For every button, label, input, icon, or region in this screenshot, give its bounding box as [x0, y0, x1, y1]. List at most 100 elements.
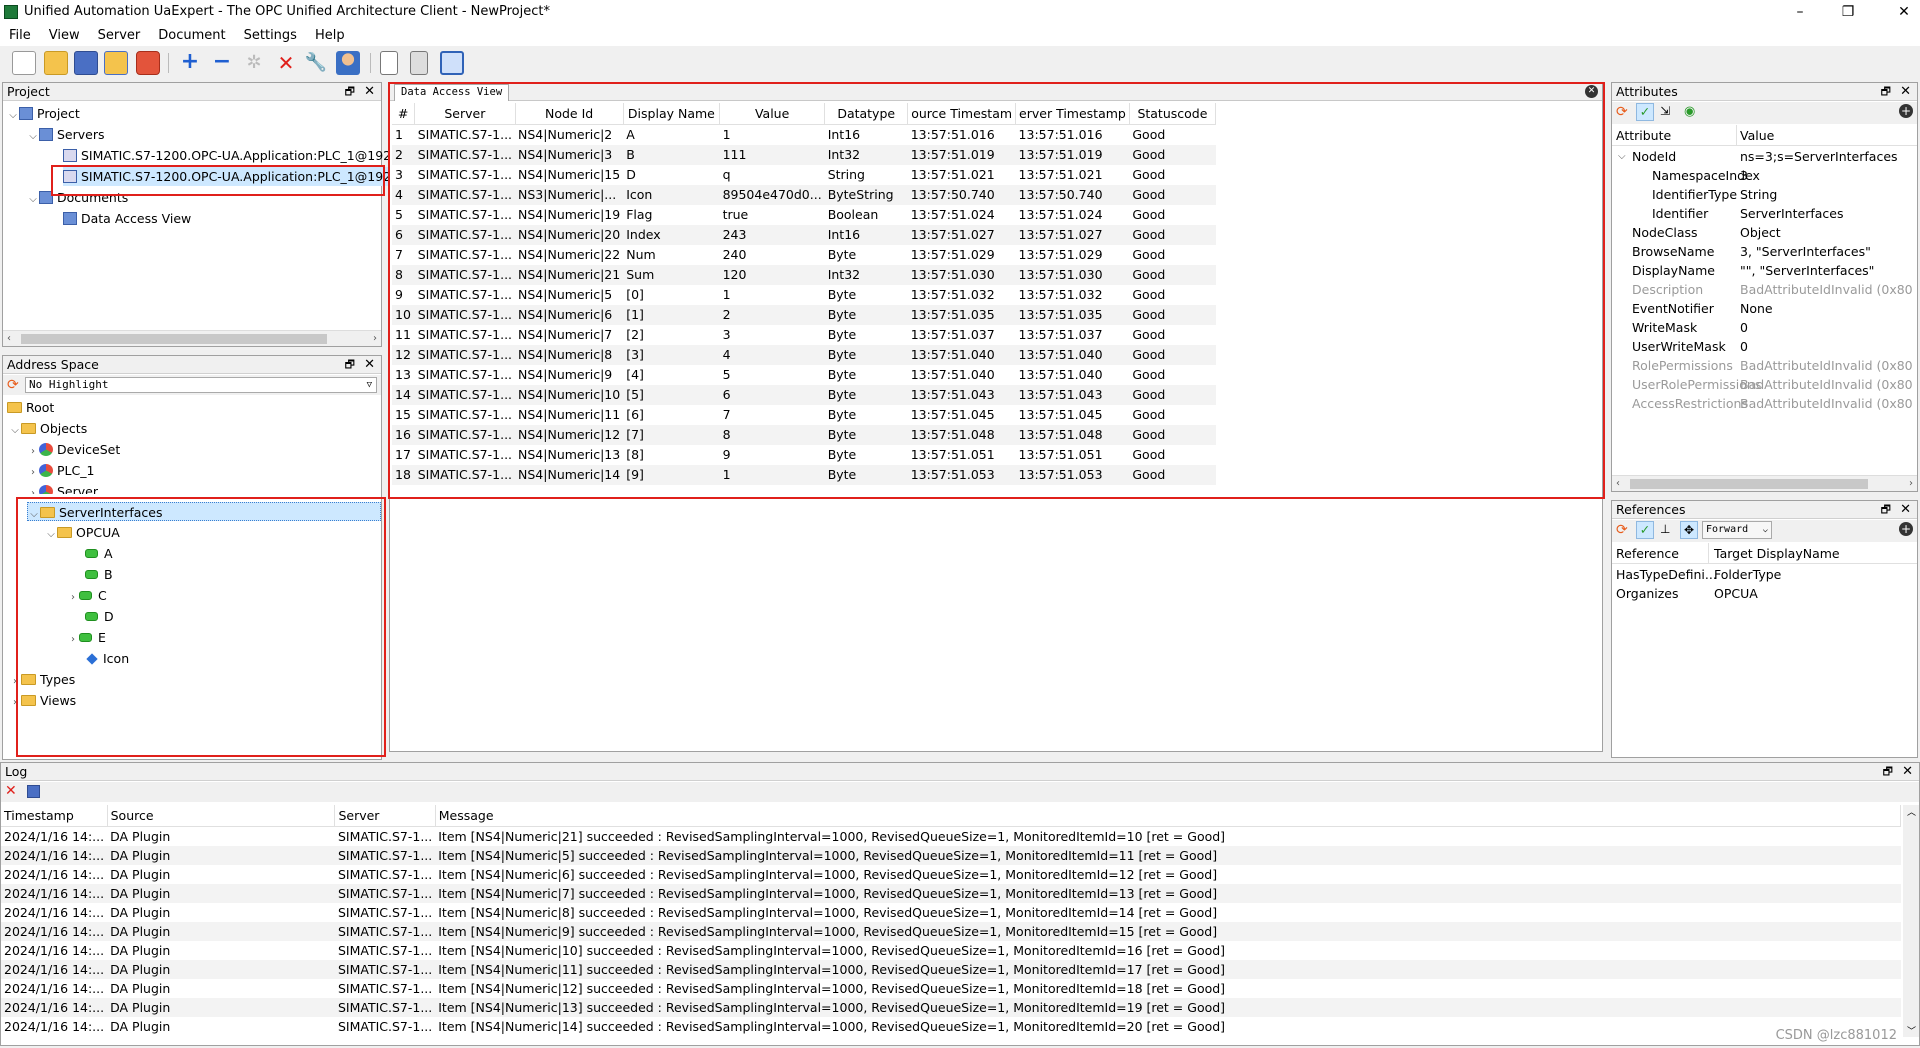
chevron-down-icon[interactable]: ⌵ [27, 190, 39, 209]
float-icon[interactable]: 🗗 [345, 83, 355, 101]
table-row[interactable]: 16 SIMATIC.S7-1... NS4|Numeric|12 [7] 8 Byte 1… [392, 424, 1216, 445]
float-icon[interactable]: 🗗 [1881, 501, 1891, 519]
table-row[interactable]: 9 SIMATIC.S7-1... NS4|Numeric|5 [0] 1 Byte 13:… [392, 285, 1216, 305]
tree-item-c[interactable]: › C [67, 586, 107, 605]
table-row[interactable]: 1 SIMATIC.S7-1... NS4|Numeric|2 A 1 Int16 13:5… [392, 124, 1216, 145]
close-icon[interactable]: ✕ [1900, 501, 1911, 519]
table-row[interactable]: 13 SIMATIC.S7-1... NS4|Numeric|9 [4] 5 Byte 13… [392, 365, 1216, 385]
tree-item-e[interactable]: › E [67, 628, 106, 647]
connect-icon[interactable]: ✲ [242, 51, 266, 75]
tree-item-data-access-view[interactable]: Data Access View [63, 209, 191, 228]
attribute-value[interactable]: BadAttributeIdInvalid (0x80 [1740, 375, 1916, 394]
save-log-icon[interactable] [27, 785, 40, 798]
network-icon[interactable]: ✥ [1680, 521, 1698, 539]
menu-server[interactable]: Server [89, 26, 150, 46]
minimize-button[interactable]: – [1788, 2, 1812, 22]
close-button[interactable]: ✕ [1892, 2, 1916, 22]
attribute-value[interactable]: BadAttributeIdInvalid (0x80 [1740, 356, 1916, 375]
reference-type[interactable]: Organizes [1616, 584, 1679, 603]
tree-item-deviceset[interactable]: › DeviceSet [27, 440, 120, 459]
chevron-down-icon[interactable]: ⌵ [27, 127, 39, 146]
chevron-right-icon[interactable]: › [27, 463, 39, 482]
log-row[interactable]: 2024/1/16 14:... DA Plugin SIMATIC.S7-1...… [1, 903, 1901, 922]
scrollbar-thumb[interactable] [1630, 479, 1868, 489]
refresh-icon[interactable]: ⟳ [7, 377, 19, 393]
attribute-value[interactable]: 3, "ServerInterfaces" [1740, 242, 1916, 261]
save-icon[interactable] [74, 51, 98, 75]
log-row[interactable]: 2024/1/16 14:... DA Plugin SIMATIC.S7-1...… [1, 959, 1901, 979]
tree-item-serverinterfaces[interactable]: ⌵ ServerInterfaces [27, 502, 381, 521]
chevron-down-icon[interactable]: ⌵ [9, 421, 21, 440]
column-header[interactable]: Statuscode [1129, 103, 1217, 125]
column-header[interactable]: Datatype [824, 103, 909, 125]
highlight-select[interactable]: No Highlight ▽ [25, 377, 377, 393]
attribute-value[interactable]: 3 [1740, 166, 1916, 185]
tree-item-root[interactable]: Root [7, 398, 54, 417]
table-row[interactable]: 5 SIMATIC.S7-1... NS4|Numeric|19 Flag true Bo… [392, 205, 1216, 225]
tree-item-plc[interactable]: › PLC_1 [27, 461, 94, 480]
tree-item-project[interactable]: ⌵ Project [7, 104, 80, 123]
check-icon[interactable]: ✓ [1636, 103, 1654, 121]
attribute-value[interactable]: "", "ServerInterfaces" [1740, 261, 1916, 280]
close-icon[interactable]: ✕ [364, 356, 375, 374]
column-header[interactable]: Source [107, 805, 336, 827]
chevron-down-icon[interactable]: ⌵ [1618, 147, 1626, 166]
column-header[interactable]: Server [334, 805, 436, 827]
hierarchy-icon[interactable]: ⊥ [1660, 522, 1670, 536]
new-document-icon[interactable] [12, 51, 36, 75]
table-row[interactable]: 14 SIMATIC.S7-1... NS4|Numeric|10 [5] 6 Byte 1… [392, 384, 1216, 405]
attribute-value[interactable]: BadAttributeIdInvalid (0x80 [1740, 280, 1916, 299]
table-row[interactable]: 10 SIMATIC.S7-1... NS4|Numeric|6 [1] 2 Byte 13… [392, 304, 1216, 325]
project-hscrollbar[interactable]: ‹ › [3, 330, 381, 346]
table-row[interactable]: 4 SIMATIC.S7-1... NS3|Numeric|... Icon 89504… [392, 184, 1216, 205]
column-header[interactable]: Node Id [515, 103, 624, 125]
windows-icon[interactable] [440, 51, 464, 75]
attribute-value[interactable]: Object [1740, 223, 1916, 242]
table-row[interactable]: 6 SIMATIC.S7-1... NS4|Numeric|20 Index 243 In… [392, 224, 1216, 245]
disconnect-icon[interactable]: ✕ [274, 51, 298, 75]
log-row[interactable]: 2024/1/16 14:... DA Plugin SIMATIC.S7-1...… [1, 883, 1901, 903]
tree-item-opcua[interactable]: ⌵ OPCUA [45, 523, 120, 542]
report-icon[interactable] [380, 51, 398, 75]
user-icon[interactable] [336, 51, 360, 75]
table-row[interactable]: 12 SIMATIC.S7-1... NS4|Numeric|8 [3] 4 Byte 13… [392, 344, 1216, 365]
open-folder-icon[interactable] [44, 51, 68, 75]
maximize-button[interactable]: ❐ [1836, 2, 1860, 22]
close-icon[interactable]: ✕ [1902, 763, 1913, 781]
chevron-down-icon[interactable]: ⌵ [45, 525, 57, 544]
attribute-value[interactable]: 0 [1740, 318, 1916, 337]
attribute-value[interactable]: ServerInterfaces [1740, 204, 1916, 223]
close-icon[interactable]: ✕ [364, 83, 375, 101]
log-row[interactable]: 2024/1/16 14:... DA Plugin SIMATIC.S7-1...… [1, 941, 1901, 960]
chevron-right-icon[interactable]: › [27, 484, 39, 494]
add-icon[interactable]: + [1899, 522, 1913, 536]
tree-item-server[interactable]: › Server [27, 482, 98, 494]
table-row[interactable]: 17 SIMATIC.S7-1... NS4|Numeric|13 [8] 9 Byte 1… [392, 445, 1216, 465]
power-icon[interactable] [136, 51, 160, 75]
tree-item-d[interactable]: D [85, 607, 114, 626]
table-row[interactable]: 18 SIMATIC.S7-1... NS4|Numeric|14 [9] 1 Byte 1… [392, 464, 1216, 485]
chevron-right-icon[interactable]: › [67, 630, 79, 649]
tab-data-access-view[interactable]: Data Access View [394, 84, 510, 101]
chevron-down-icon[interactable]: ⌵ [7, 106, 19, 125]
attribute-value[interactable]: 0 [1740, 337, 1916, 356]
menu-file[interactable]: File [0, 26, 40, 46]
table-row[interactable]: 8 SIMATIC.S7-1... NS4|Numeric|21 Sum 120 Int3… [392, 264, 1216, 285]
menu-view[interactable]: View [40, 26, 89, 46]
column-header[interactable]: Server [414, 103, 516, 125]
chevron-right-icon[interactable]: › [9, 672, 21, 691]
menu-settings[interactable]: Settings [235, 26, 306, 46]
tree-item-b[interactable]: B [85, 565, 113, 584]
direction-select[interactable]: Forward ⌵ [1702, 521, 1772, 539]
log-row[interactable]: 2024/1/16 14:... DA Plugin SIMATIC.S7-1...… [1, 826, 1901, 846]
export-icon[interactable] [410, 51, 428, 75]
log-vscrollbar[interactable]: ︿ ﹀ [1903, 805, 1919, 1037]
log-row[interactable]: 2024/1/16 14:... DA Plugin SIMATIC.S7-1...… [1, 1017, 1901, 1036]
add-icon[interactable]: + [1899, 104, 1913, 118]
reference-type[interactable]: HasTypeDefini... [1616, 565, 1717, 584]
table-row[interactable]: 3 SIMATIC.S7-1... NS4|Numeric|15 Dq String 13… [392, 165, 1216, 185]
table-row[interactable]: 7 SIMATIC.S7-1... NS4|Numeric|22 Num 240 Byte… [392, 245, 1216, 265]
log-row[interactable]: 2024/1/16 14:... DA Plugin SIMATIC.S7-1...… [1, 865, 1901, 884]
tree-item-objects[interactable]: ⌵ Objects [9, 419, 87, 438]
save-as-icon[interactable] [104, 51, 128, 75]
